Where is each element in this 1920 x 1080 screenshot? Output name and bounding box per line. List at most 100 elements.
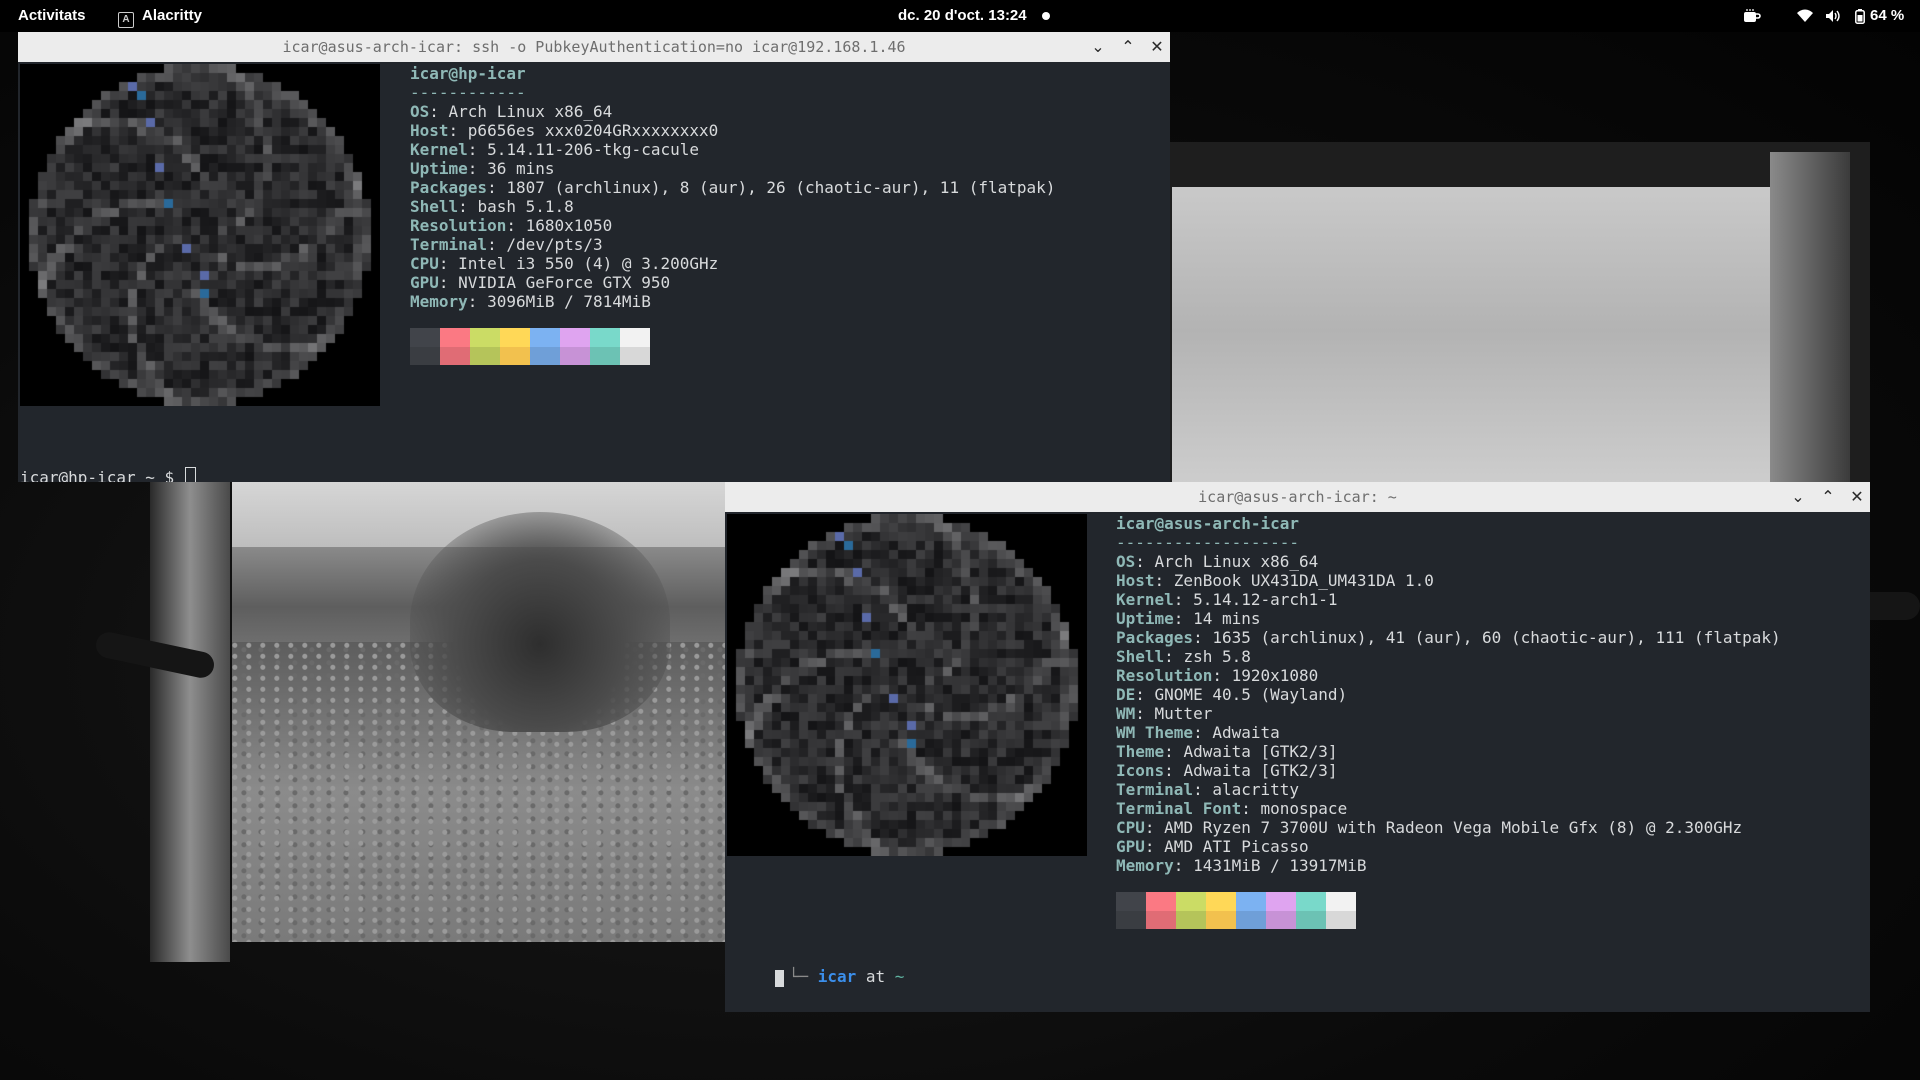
palette-swatch xyxy=(500,328,530,365)
info-key: CPU xyxy=(1116,818,1145,837)
maximize-icon[interactable]: ⌃ xyxy=(1818,487,1838,507)
info-value: zsh 5.8 xyxy=(1183,647,1251,666)
info-value: AMD ATI Picasso xyxy=(1164,837,1309,856)
neofetch-header: icar@hp-icar xyxy=(410,64,526,83)
info-line: Host: ZenBook UX431DA_UM431DA 1.0 xyxy=(1116,571,1434,590)
volume-icon[interactable] xyxy=(1825,9,1842,23)
prompt-text: icar@hp-icar ~ $ xyxy=(20,468,184,482)
info-value: 36 mins xyxy=(487,159,555,178)
info-key: Terminal xyxy=(1116,780,1194,799)
close-icon[interactable]: ✕ xyxy=(1847,487,1867,507)
info-line: GPU: AMD ATI Picasso xyxy=(1116,837,1309,856)
info-value: Adwaita [GTK2/3] xyxy=(1183,761,1338,780)
info-key: Packages xyxy=(1116,628,1194,647)
close-icon[interactable]: ✕ xyxy=(1147,37,1167,57)
info-value: 1431MiB / 13917MiB xyxy=(1193,856,1367,875)
shell-prompt[interactable]: icar@hp-icar ~ $ xyxy=(20,467,196,482)
info-key: Uptime xyxy=(1116,609,1174,628)
palette-swatch xyxy=(470,328,500,365)
info-line: OS: Arch Linux x86_64 xyxy=(1116,552,1319,571)
window-title: icar@asus-arch-icar: ssh -o PubkeyAuthen… xyxy=(282,38,906,56)
neofetch-logo-image xyxy=(727,514,1087,856)
info-line: Host: p6656es xxx0204GRxxxxxxxx0 xyxy=(410,121,719,140)
prompt-user: icar xyxy=(817,967,857,986)
clock[interactable]: dc. 20 d'oct. 13:24 xyxy=(898,0,1027,32)
window-titlebar[interactable]: icar@asus-arch-icar: ssh -o PubkeyAuthen… xyxy=(18,32,1170,62)
info-line: Theme: Adwaita [GTK2/3] xyxy=(1116,742,1338,761)
info-key: Terminal xyxy=(410,235,488,254)
palette-swatch xyxy=(530,328,560,365)
info-line: GPU: NVIDIA GeForce GTX 950 xyxy=(410,273,671,292)
neofetch-info: icar@asus-arch-icar ------------------- … xyxy=(1116,514,1781,929)
neofetch-info: icar@hp-icar ------------ OS: Arch Linux… xyxy=(410,64,1055,365)
maximize-icon[interactable]: ⌃ xyxy=(1118,37,1138,57)
window-titlebar[interactable]: icar@asus-arch-icar: ~ ⌄ ⌃ ✕ xyxy=(725,482,1870,512)
battery-level[interactable]: 64 % xyxy=(1870,0,1904,32)
info-key: Theme xyxy=(1116,742,1165,761)
info-key: CPU xyxy=(410,254,439,273)
activities-button[interactable]: Activitats xyxy=(18,0,86,32)
battery-icon[interactable] xyxy=(1855,9,1865,24)
minimize-icon[interactable]: ⌄ xyxy=(1788,487,1808,507)
info-line: WM: Mutter xyxy=(1116,704,1213,723)
info-line: DE: GNOME 40.5 (Wayland) xyxy=(1116,685,1348,704)
info-value: p6656es xxx0204GRxxxxxxxx0 xyxy=(467,121,719,140)
info-key: Memory xyxy=(410,292,468,311)
wifi-icon[interactable] xyxy=(1797,9,1813,23)
terminal-window-local[interactable]: icar@asus-arch-icar: ~ ⌄ ⌃ ✕ icar@asus-a… xyxy=(725,482,1870,1012)
app-menu[interactable]: A Alacritty xyxy=(118,0,202,32)
info-key: Host xyxy=(410,121,449,140)
info-key: Packages xyxy=(410,178,488,197)
info-line: Packages: 1807 (archlinux), 8 (aur), 26 … xyxy=(410,178,1056,197)
info-line: Packages: 1635 (archlinux), 41 (aur), 60… xyxy=(1116,628,1781,647)
info-key: Terminal Font xyxy=(1116,799,1242,818)
info-line: WM Theme: Adwaita xyxy=(1116,723,1280,742)
terminal-icon: A xyxy=(118,12,134,28)
neofetch-header: icar@asus-arch-icar xyxy=(1116,514,1300,533)
info-line: Icons: Adwaita [GTK2/3] xyxy=(1116,761,1338,780)
info-key: GPU xyxy=(1116,837,1145,856)
palette-swatch xyxy=(620,328,650,365)
info-value: 5.14.11-206-tkg-cacule xyxy=(487,140,699,159)
minimize-icon[interactable]: ⌄ xyxy=(1088,37,1108,57)
info-value: 1680x1050 xyxy=(525,216,613,235)
palette-swatch xyxy=(1326,892,1356,929)
input-line[interactable] xyxy=(775,969,784,988)
info-line: CPU: AMD Ryzen 7 3700U with Radeon Vega … xyxy=(1116,818,1743,837)
terminal-window-ssh[interactable]: icar@asus-arch-icar: ssh -o PubkeyAuthen… xyxy=(18,32,1170,482)
palette-swatch xyxy=(440,328,470,365)
notification-dot-icon xyxy=(1042,12,1050,20)
shell-prompt[interactable]: └─ icar at ~ xyxy=(731,948,905,1005)
info-value: ZenBook UX431DA_UM431DA 1.0 xyxy=(1173,571,1434,590)
info-key: Host xyxy=(1116,571,1155,590)
palette-swatch xyxy=(1116,892,1146,929)
info-line: Shell: zsh 5.8 xyxy=(1116,647,1251,666)
info-value: 5.14.12-arch1-1 xyxy=(1193,590,1338,609)
terminal-content[interactable]: icar@asus-arch-icar ------------------- … xyxy=(725,512,1870,1012)
info-line: Resolution: 1920x1080 xyxy=(1116,666,1319,685)
info-value: 3096MiB / 7814MiB xyxy=(487,292,651,311)
neofetch-separator: ------------------- xyxy=(1116,533,1300,552)
prompt-at: at xyxy=(865,967,886,986)
info-line: Uptime: 14 mins xyxy=(1116,609,1261,628)
info-value: 14 mins xyxy=(1193,609,1261,628)
window-title: icar@asus-arch-icar: ~ xyxy=(1198,488,1397,506)
info-value: NVIDIA GeForce GTX 950 xyxy=(458,273,671,292)
prompt-dir: ~ xyxy=(894,967,905,986)
neofetch-separator: ------------ xyxy=(410,83,526,102)
info-line: Uptime: 36 mins xyxy=(410,159,555,178)
palette-swatch xyxy=(1296,892,1326,929)
neofetch-info-lines: OS: Arch Linux x86_64 Host: ZenBook UX431… xyxy=(1116,552,1781,875)
palette-swatch xyxy=(1146,892,1176,929)
palette-swatch xyxy=(590,328,620,365)
neofetch-logo-image xyxy=(20,64,380,406)
info-value: 1635 (archlinux), 41 (aur), 60 (chaotic-… xyxy=(1212,628,1781,647)
info-line: Terminal Font: monospace xyxy=(1116,799,1348,818)
terminal-content[interactable]: icar@hp-icar ------------ OS: Arch Linux… xyxy=(18,62,1170,482)
info-key: OS xyxy=(410,102,430,121)
caffeine-icon[interactable] xyxy=(1743,9,1761,23)
palette-swatch xyxy=(1176,892,1206,929)
prompt-corner-icon: └─ xyxy=(788,967,809,986)
info-value: alacritty xyxy=(1212,780,1300,799)
info-line: Resolution: 1680x1050 xyxy=(410,216,613,235)
